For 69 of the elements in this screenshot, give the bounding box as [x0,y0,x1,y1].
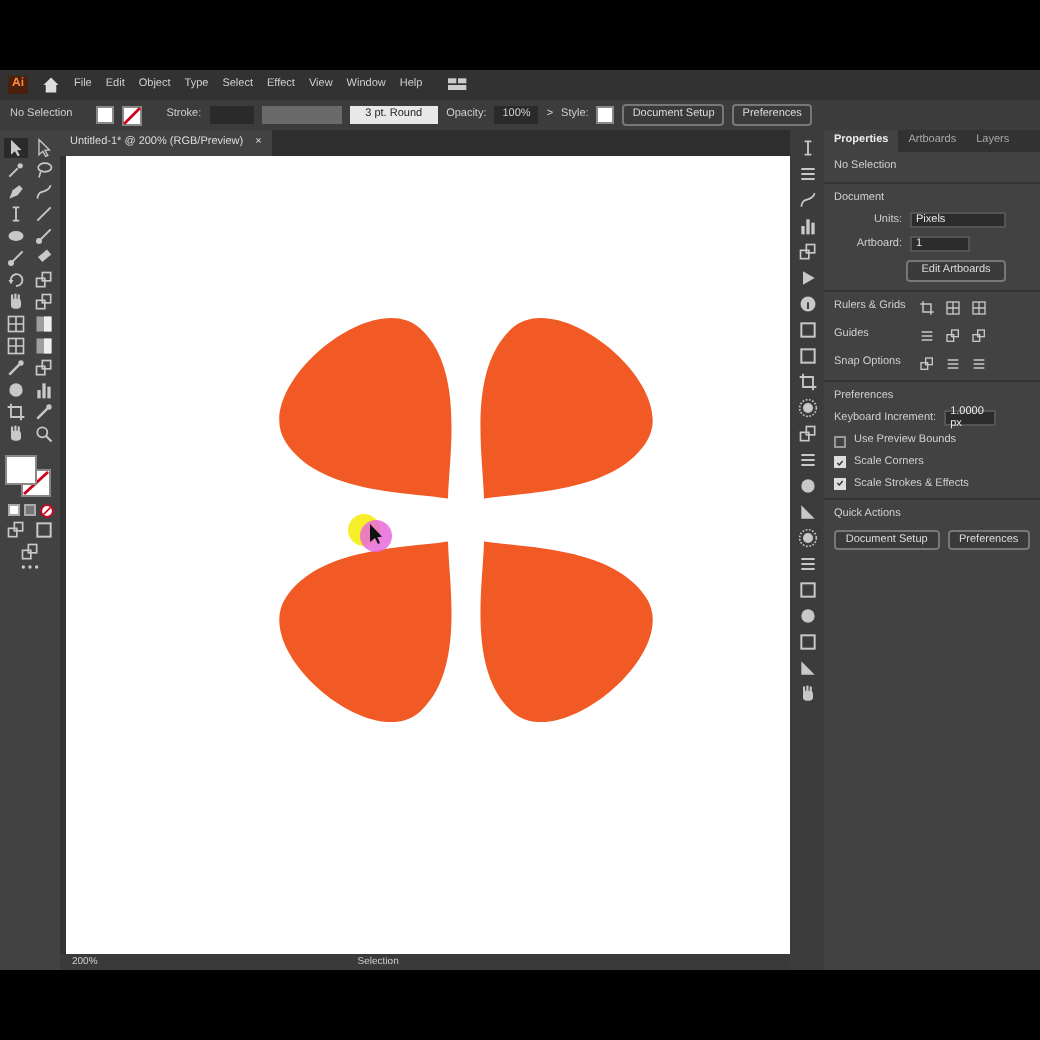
square-icon[interactable] [797,346,817,366]
arrow-pointer-icon[interactable] [4,138,28,158]
fill-stroke-drawing[interactable] [4,454,56,498]
brush-icon[interactable] [4,248,28,268]
lines-icon[interactable] [944,355,962,372]
sun-icon[interactable] [797,528,817,548]
workspace-icon[interactable] [448,78,469,92]
crop-icon[interactable] [797,372,817,392]
curve-icon[interactable] [797,190,817,210]
crop-icon[interactable] [4,402,28,422]
line-icon[interactable] [32,204,56,224]
fill-swatch[interactable] [96,106,115,124]
crop-icon[interactable] [918,299,936,316]
triangle-icon[interactable] [797,658,817,678]
lasso-icon[interactable] [32,160,56,180]
cursor-highlight-drawing [348,514,392,552]
curve-icon[interactable] [32,182,56,202]
grid-icon[interactable] [970,299,988,316]
bars-icon[interactable] [797,216,817,236]
circle-icon[interactable] [4,380,28,400]
brush-icon[interactable] [32,226,56,246]
circle-icon[interactable] [797,606,817,626]
squares-icon[interactable] [797,424,817,444]
lines-icon[interactable] [797,450,817,470]
play-icon[interactable] [797,268,817,288]
squares-icon[interactable] [32,270,56,290]
lines-icon[interactable] [918,327,936,344]
grid-icon[interactable] [4,336,28,356]
sun-icon[interactable] [797,398,817,418]
gradient-icon[interactable] [32,314,56,334]
info-icon[interactable] [797,294,817,314]
checkbox[interactable] [834,435,846,448]
rotate-icon[interactable] [4,270,28,290]
variable-width-field[interactable] [261,106,342,124]
lines-icon[interactable] [797,554,817,574]
pen-icon[interactable] [4,182,28,202]
search-icon[interactable] [32,424,56,444]
triangle-icon[interactable] [797,502,817,522]
square-icon[interactable] [797,320,817,340]
lines-icon[interactable] [797,164,817,184]
square-icon[interactable] [797,632,817,652]
grid-icon[interactable] [4,314,28,334]
squares-icon[interactable] [18,542,42,562]
checkbox[interactable] [834,456,846,469]
eyedropper-icon[interactable] [4,358,28,378]
bars-icon[interactable] [32,380,56,400]
hollow-pointer-icon[interactable] [32,138,56,158]
eyedropper-icon[interactable] [32,402,56,422]
fill-mode-icon[interactable] [7,504,19,516]
squares-icon[interactable] [32,358,56,378]
stroke-swatch[interactable] [122,105,143,125]
ellipse-icon[interactable] [4,226,28,246]
eraser-icon[interactable] [32,248,56,268]
squares-icon[interactable] [797,242,817,262]
square-icon[interactable] [32,520,56,540]
hand-icon[interactable] [797,684,817,704]
squares-icon[interactable] [32,292,56,312]
none-icon[interactable] [39,504,53,518]
square-icon[interactable] [797,580,817,600]
home-icon[interactable] [42,76,60,94]
gradient-icon[interactable] [32,336,56,356]
magic-wand-icon[interactable] [4,160,28,180]
grid-icon[interactable] [944,299,962,316]
style-swatch[interactable] [596,106,615,124]
more-tools-icon[interactable] [20,564,40,570]
lines-icon[interactable] [970,355,988,372]
circle-icon[interactable] [797,476,817,496]
squares-icon[interactable] [4,520,28,540]
gradient-mode-icon[interactable] [23,504,35,516]
